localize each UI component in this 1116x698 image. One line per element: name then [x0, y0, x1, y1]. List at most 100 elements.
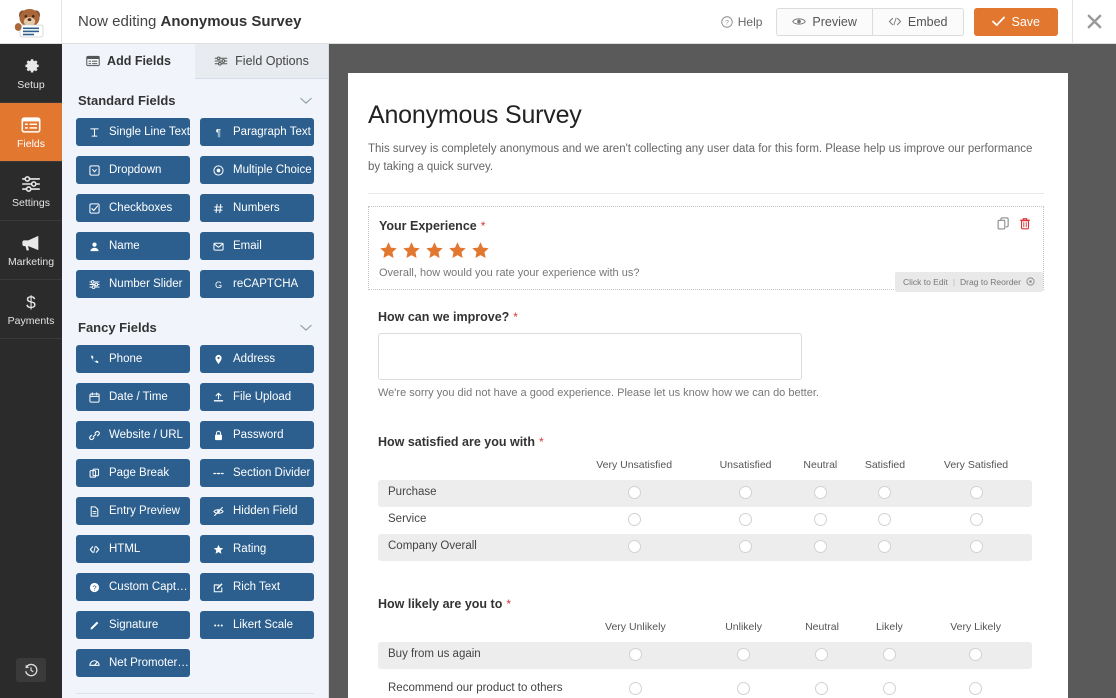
likert-cell[interactable]: [568, 533, 701, 561]
form-field-likert-likelihood[interactable]: How likely are you to * Very Unlikely Un…: [368, 585, 1044, 698]
radio-button[interactable]: [878, 513, 892, 527]
history-undo-button[interactable]: [16, 658, 46, 682]
field-button-multiple-choice[interactable]: Multiple Choice: [200, 156, 314, 184]
radio-button[interactable]: [969, 648, 983, 662]
field-button-dropdown[interactable]: Dropdown: [76, 156, 190, 184]
duplicate-icon[interactable]: [997, 216, 1010, 230]
radio-button[interactable]: [628, 648, 642, 662]
field-button-recaptcha[interactable]: G reCAPTCHA: [200, 270, 314, 298]
sidebar-item-marketing[interactable]: Marketing: [0, 221, 62, 280]
star-icon[interactable]: [448, 241, 467, 260]
field-button-net-promoter-score[interactable]: Net Promoter Score: [76, 649, 190, 677]
likert-cell[interactable]: [919, 669, 1032, 698]
field-button-paragraph-text[interactable]: ¶ Paragraph Text: [200, 118, 314, 146]
form-field-improve-textarea[interactable]: How can we improve? * We're sorry you di…: [368, 298, 1044, 409]
likert-cell[interactable]: [920, 533, 1032, 561]
radio-button[interactable]: [969, 486, 983, 500]
radio-button[interactable]: [628, 681, 642, 695]
chevron-down-icon[interactable]: [300, 97, 312, 105]
star-icon[interactable]: [402, 241, 421, 260]
likert-cell[interactable]: [700, 533, 791, 561]
panel-scroll-area[interactable]: Standard Fields Single Line Text ¶ Parag…: [62, 79, 328, 698]
likert-cell[interactable]: [784, 641, 860, 669]
form-field-rating[interactable]: Your Experience * Overall, how would you…: [368, 205, 1044, 292]
likert-cell[interactable]: [703, 669, 785, 698]
likert-cell[interactable]: [568, 669, 703, 698]
radio-button[interactable]: [813, 513, 827, 527]
likert-cell[interactable]: [790, 533, 850, 561]
radio-button[interactable]: [882, 681, 896, 695]
field-button-date-time[interactable]: Date / Time: [76, 383, 190, 411]
field-button-address[interactable]: Address: [200, 345, 314, 373]
field-button-signature[interactable]: Signature: [76, 611, 190, 639]
radio-button[interactable]: [627, 540, 641, 554]
likert-cell[interactable]: [568, 641, 703, 669]
radio-button[interactable]: [739, 486, 753, 500]
field-button-html[interactable]: HTML: [76, 535, 190, 563]
star-icon[interactable]: [425, 241, 444, 260]
gear-icon[interactable]: [1026, 277, 1035, 286]
tab-add-fields[interactable]: Add Fields: [62, 44, 195, 79]
likert-cell[interactable]: [860, 669, 920, 698]
likert-cell[interactable]: [849, 533, 921, 561]
field-button-numbers[interactable]: Numbers: [200, 194, 314, 222]
radio-button[interactable]: [882, 648, 896, 662]
radio-button[interactable]: [969, 681, 983, 695]
radio-button[interactable]: [878, 540, 892, 554]
field-button-hidden-field[interactable]: Hidden Field: [200, 497, 314, 525]
sidebar-item-payments[interactable]: $ Payments: [0, 280, 62, 339]
field-button-section-divider[interactable]: Section Divider: [200, 459, 314, 487]
drag-to-reorder-label[interactable]: Drag to Reorder: [960, 277, 1021, 287]
radio-button[interactable]: [878, 486, 892, 500]
radio-button[interactable]: [815, 648, 829, 662]
sidebar-item-fields[interactable]: Fields: [0, 103, 62, 162]
field-button-email[interactable]: Email: [200, 232, 314, 260]
likert-cell[interactable]: [919, 641, 1032, 669]
likert-cell[interactable]: [700, 479, 791, 507]
field-button-rating[interactable]: Rating: [200, 535, 314, 563]
preview-button[interactable]: Preview: [776, 7, 872, 36]
radio-button[interactable]: [969, 540, 983, 554]
trash-icon[interactable]: [1019, 217, 1031, 230]
radio-button[interactable]: [737, 681, 751, 695]
close-builder-button[interactable]: [1072, 0, 1116, 44]
save-button[interactable]: Save: [973, 7, 1058, 36]
likert-cell[interactable]: [568, 507, 700, 534]
radio-button[interactable]: [627, 513, 641, 527]
radio-button[interactable]: [739, 513, 753, 527]
radio-button[interactable]: [627, 486, 641, 500]
radio-button[interactable]: [813, 486, 827, 500]
likert-cell[interactable]: [784, 669, 859, 698]
sidebar-item-settings[interactable]: Settings: [0, 162, 62, 221]
chevron-down-icon[interactable]: [300, 324, 312, 332]
radio-button[interactable]: [815, 681, 829, 695]
help-button[interactable]: ? Help: [707, 15, 777, 29]
improve-textarea[interactable]: [378, 332, 802, 380]
form-field-likert-satisfaction[interactable]: How satisfied are you with * Very Unsati…: [368, 423, 1044, 571]
section-header-standard-fields[interactable]: Standard Fields: [76, 79, 314, 118]
field-button-website-url[interactable]: Website / URL: [76, 421, 190, 449]
likert-cell[interactable]: [702, 641, 785, 669]
likert-cell[interactable]: [791, 507, 850, 534]
field-button-likert-scale[interactable]: Likert Scale: [200, 611, 314, 639]
radio-button[interactable]: [737, 648, 751, 662]
radio-button[interactable]: [739, 540, 753, 554]
field-button-phone[interactable]: Phone: [76, 345, 190, 373]
field-hover-toolbar[interactable]: Click to Edit | Drag to Reorder: [894, 271, 1043, 292]
radio-button[interactable]: [813, 540, 827, 554]
likert-cell[interactable]: [920, 479, 1032, 507]
likert-cell[interactable]: [700, 507, 791, 534]
embed-button[interactable]: Embed: [871, 7, 964, 36]
likert-cell[interactable]: [790, 479, 850, 507]
section-header-fancy-fields[interactable]: Fancy Fields: [76, 298, 314, 345]
likert-cell[interactable]: [849, 479, 921, 507]
field-button-custom-captcha[interactable]: ? Custom Captcha: [76, 573, 190, 601]
field-button-name[interactable]: Name: [76, 232, 190, 260]
likert-cell[interactable]: [920, 507, 1032, 534]
field-button-file-upload[interactable]: File Upload: [200, 383, 314, 411]
rating-stars[interactable]: [379, 241, 1031, 260]
star-icon[interactable]: [379, 241, 398, 260]
field-button-password[interactable]: Password: [200, 421, 314, 449]
star-icon[interactable]: [471, 241, 490, 260]
field-button-rich-text[interactable]: Rich Text: [200, 573, 314, 601]
